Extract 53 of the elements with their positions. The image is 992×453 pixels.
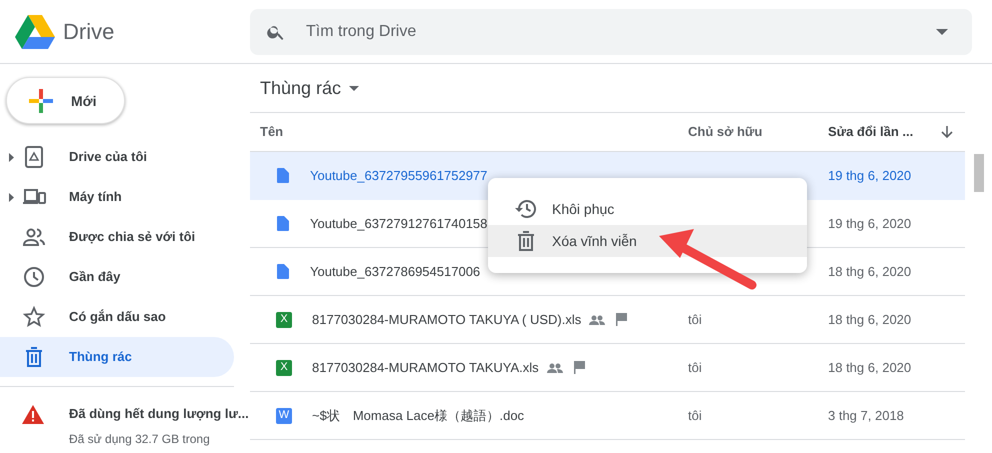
owner-name: tôi [688,312,702,326]
column-header[interactable]: Chủ sở hữu [678,122,818,142]
expand-caret-icon[interactable] [8,192,14,202]
modified-date: 18 thg 6, 2020 [828,264,912,278]
document-icon [277,216,289,231]
star-icon [22,305,46,329]
trash-title-button[interactable]: Thùng rác [260,74,360,102]
modified-date: 18 thg 6, 2020 [828,360,912,374]
caret-icon [349,86,360,90]
file-name: 8177030284-MURAMOTO TAKUYA ( USD).xls [312,310,582,329]
owner-name: tôi [688,408,702,422]
owner-name: tôi [688,360,702,374]
app-name: Drive [63,18,114,46]
storage-warning[interactable]: Đã dùng hết dung lượng lư... [69,404,249,424]
file-name: 8177030284-MURAMOTO TAKUYA.xls [312,358,539,377]
sidebar-item[interactable]: Được chia sẻ với tôi [0,217,234,257]
spreadsheet-icon: X [276,360,292,376]
column-header[interactable]: Tên [250,122,678,142]
drive-icon [22,145,46,169]
document-icon [277,168,289,183]
sidebar-item[interactable]: Thùng rác [0,337,234,377]
search-field[interactable]: Tìm trong Drive [250,8,972,54]
clock-icon [22,265,46,289]
file-name: Youtube_6372786954517006 [310,262,480,281]
sort-arrow-icon[interactable] [940,125,954,139]
document-icon [277,264,289,279]
sidebar-item[interactable]: Drive của tôi [0,137,234,177]
storage-usage: Đã sử dụng 32.7 GB trong [69,432,211,446]
drive-logo-icon [15,14,55,48]
file-row[interactable]: X 8177030284-MURAMOTO TAKUYA ( USD).xls tôi 18 thg 6, 2020 [250,296,965,344]
warning-icon [22,404,44,424]
sidebar-item[interactable]: Có gắn dấu sao [0,297,234,337]
file-name: ~$状 Momasa Lace様（越語）.doc [312,406,524,425]
scrollbar-thumb[interactable] [974,154,984,192]
history-icon [514,197,538,221]
plus-icon [29,88,53,112]
sidebar-item[interactable]: Gần đây [0,257,234,297]
modified-date: 19 thg 6, 2020 [828,168,912,182]
new-button[interactable]: Mới [6,77,125,124]
file-name: Youtube_63727955961752977 [310,166,488,185]
file-name: Youtube_63727912761740158 [310,214,488,233]
modified-date: 18 thg 6, 2020 [828,312,912,326]
dropdown-caret-icon[interactable] [936,28,948,34]
file-row[interactable]: W ~$状 Momasa Lace様（越語）.doc tôi 3 thg 7, 2018 [250,392,965,440]
sidebar-item[interactable]: Máy tính [0,177,234,217]
column-header[interactable]: Sửa đổi lần ... [818,122,930,142]
expand-caret-icon[interactable] [8,152,14,162]
menu-item[interactable]: Xóa vĩnh viễn [488,225,807,257]
file-row[interactable]: X 8177030284-MURAMOTO TAKUYA.xls tôi 18 thg 6, 2020 [250,344,965,392]
spreadsheet-icon: X [276,312,292,328]
modified-date: 3 thg 7, 2018 [828,408,904,422]
word-document-icon: W [276,408,292,424]
modified-date: 19 thg 6, 2020 [828,216,912,230]
